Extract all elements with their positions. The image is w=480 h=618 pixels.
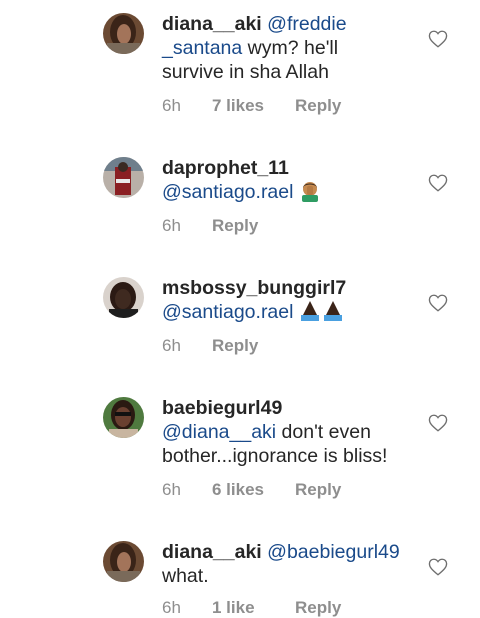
heart-icon[interactable]: [428, 414, 448, 432]
comment-meta: 6h 1 like Reply: [162, 598, 341, 618]
comment-text: diana__aki @baebiegurl49 what.: [162, 540, 422, 588]
comment-likes[interactable]: 6 likes: [212, 480, 295, 500]
comment-text: diana__aki @freddie _santana wym? he'll …: [162, 12, 422, 84]
avatar[interactable]: [103, 157, 144, 198]
avatar[interactable]: [103, 541, 144, 582]
comment-time: 6h: [162, 96, 181, 115]
comment-meta: 6h Reply: [162, 336, 258, 356]
comment-username[interactable]: diana__aki: [162, 13, 262, 35]
comment-mention[interactable]: @diana__aki: [162, 421, 276, 443]
comment-text: baebiegurl49 @diana__aki don't even both…: [162, 396, 422, 468]
comment-mention[interactable]: @santiago.rael: [162, 301, 293, 323]
comment-username[interactable]: daprophet_11: [162, 157, 289, 179]
reply-button[interactable]: Reply: [212, 336, 258, 356]
reply-button[interactable]: Reply: [212, 216, 258, 236]
comment-username[interactable]: baebiegurl49: [162, 397, 282, 419]
comment-body-cont: bother...ignorance is bliss!: [162, 445, 388, 467]
heart-icon[interactable]: [428, 174, 448, 192]
reply-button[interactable]: Reply: [295, 96, 341, 116]
man-facepalming-emoji: [301, 182, 318, 202]
comment-body-cont: survive in sha Allah: [162, 61, 329, 83]
comment-body: wym? he'll: [247, 37, 339, 59]
comment-time: 6h: [162, 480, 181, 499]
comment-mention[interactable]: @santiago.rael: [162, 181, 293, 203]
comment-body: don't even: [281, 421, 371, 443]
comment-time: 6h: [162, 216, 181, 235]
comment-likes[interactable]: 7 likes: [212, 96, 295, 116]
comment-meta: 6h 6 likes Reply: [162, 480, 341, 500]
heart-icon[interactable]: [428, 30, 448, 48]
comment-body: what.: [162, 565, 209, 587]
heart-icon[interactable]: [428, 558, 448, 576]
heart-icon[interactable]: [428, 294, 448, 312]
comment-text: daprophet_11 @santiago.rael: [162, 156, 422, 204]
avatar[interactable]: [103, 397, 144, 438]
comment-meta: 6h Reply: [162, 216, 258, 236]
reply-button[interactable]: Reply: [295, 598, 341, 618]
avatar[interactable]: [103, 277, 144, 318]
comment-time: 6h: [162, 598, 181, 617]
comment-meta: 6h 7 likes Reply: [162, 96, 341, 116]
comment-mention[interactable]: @freddie: [267, 13, 346, 35]
comment-time: 6h: [162, 336, 181, 355]
comment-mention[interactable]: @baebiegurl49: [267, 541, 400, 563]
comment-likes[interactable]: 1 like: [212, 598, 295, 618]
reply-button[interactable]: Reply: [295, 480, 341, 500]
comment-mention-cont[interactable]: _santana: [162, 37, 242, 59]
avatar[interactable]: [103, 13, 144, 54]
comment-username[interactable]: diana__aki: [162, 541, 262, 563]
comment-text: msbossy_bunggirl7 @santiago.rael: [162, 276, 422, 324]
comment-username[interactable]: msbossy_bunggirl7: [162, 277, 346, 299]
folded-hands-emoji: [300, 301, 342, 321]
